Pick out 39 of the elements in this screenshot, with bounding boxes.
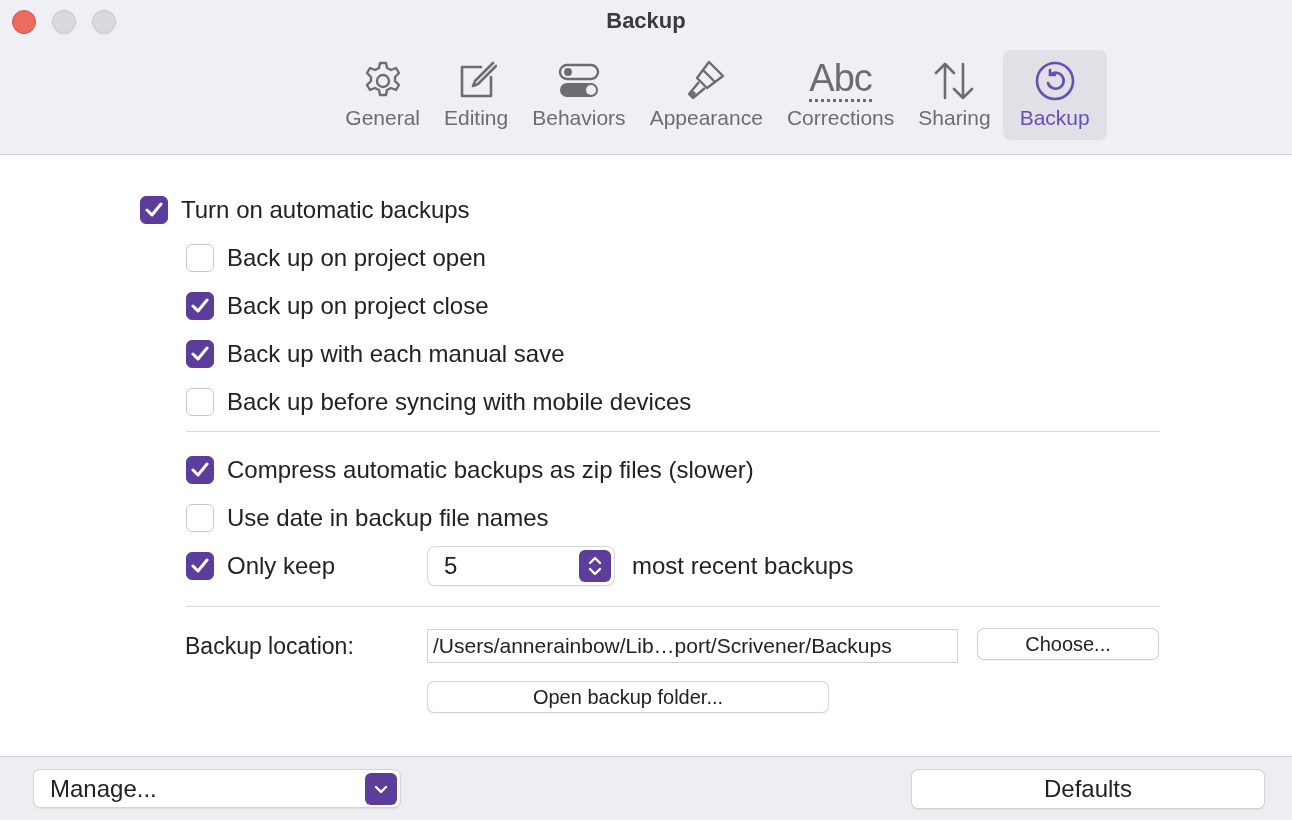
checkbox[interactable] <box>186 340 214 368</box>
checkmark-icon <box>191 346 209 362</box>
location-field[interactable]: /Users/annerainbow/Lib…port/Scrivener/Backups <box>427 629 958 663</box>
option-label: Compress automatic backups as zip files (slower) <box>227 456 754 484</box>
checkbox[interactable] <box>186 552 214 580</box>
checkmark-icon <box>191 462 209 478</box>
option-label: Only keep <box>227 552 337 580</box>
checkmark-icon <box>191 558 209 574</box>
count-stepper[interactable]: 5 <box>428 547 614 585</box>
defaults-button[interactable]: Defaults <box>912 769 1264 808</box>
toolbar-tab[interactable]: Sharing <box>906 50 1003 140</box>
toolbar-tab[interactable]: Editing <box>432 50 521 140</box>
choose-button[interactable]: Choose... <box>978 629 1158 659</box>
checkbox[interactable] <box>186 292 214 320</box>
option-label: Turn on automatic backups <box>181 196 470 224</box>
toolbar-tab[interactable]: Backup <box>1002 50 1107 140</box>
window-title: Backup <box>606 8 686 34</box>
option-label: most recent backups <box>632 552 854 580</box>
up-down-arrows-icon <box>933 60 976 102</box>
location-label: Backup location: <box>185 632 355 660</box>
toolbar-tab[interactable]: Abc Corrections <box>774 50 907 140</box>
restore-icon <box>1033 60 1076 102</box>
option-label: Back up before syncing with mobile devices <box>227 388 692 416</box>
option-label: Back up on project open <box>227 244 486 272</box>
manage-dropdown[interactable]: Manage... <box>34 770 400 807</box>
open-folder-button[interactable]: Open backup folder... <box>428 682 828 712</box>
option-label: Back up on project close <box>227 292 489 320</box>
toolbar-tab[interactable]: Behaviors <box>520 50 638 140</box>
close-button[interactable] <box>12 10 36 34</box>
toolbar-tab[interactable]: Appearance <box>637 50 775 140</box>
checkmark-icon <box>145 202 163 218</box>
stepper-arrows-icon[interactable] <box>579 550 611 582</box>
checkbox[interactable] <box>186 456 214 484</box>
chevron-down-icon <box>365 772 397 805</box>
checkbox[interactable] <box>140 196 168 224</box>
option-label: Back up with each manual save <box>227 340 565 368</box>
checkmark-icon <box>191 298 209 314</box>
option-label: Use date in backup file names <box>227 504 549 532</box>
toolbar-tab[interactable]: General <box>333 50 432 140</box>
